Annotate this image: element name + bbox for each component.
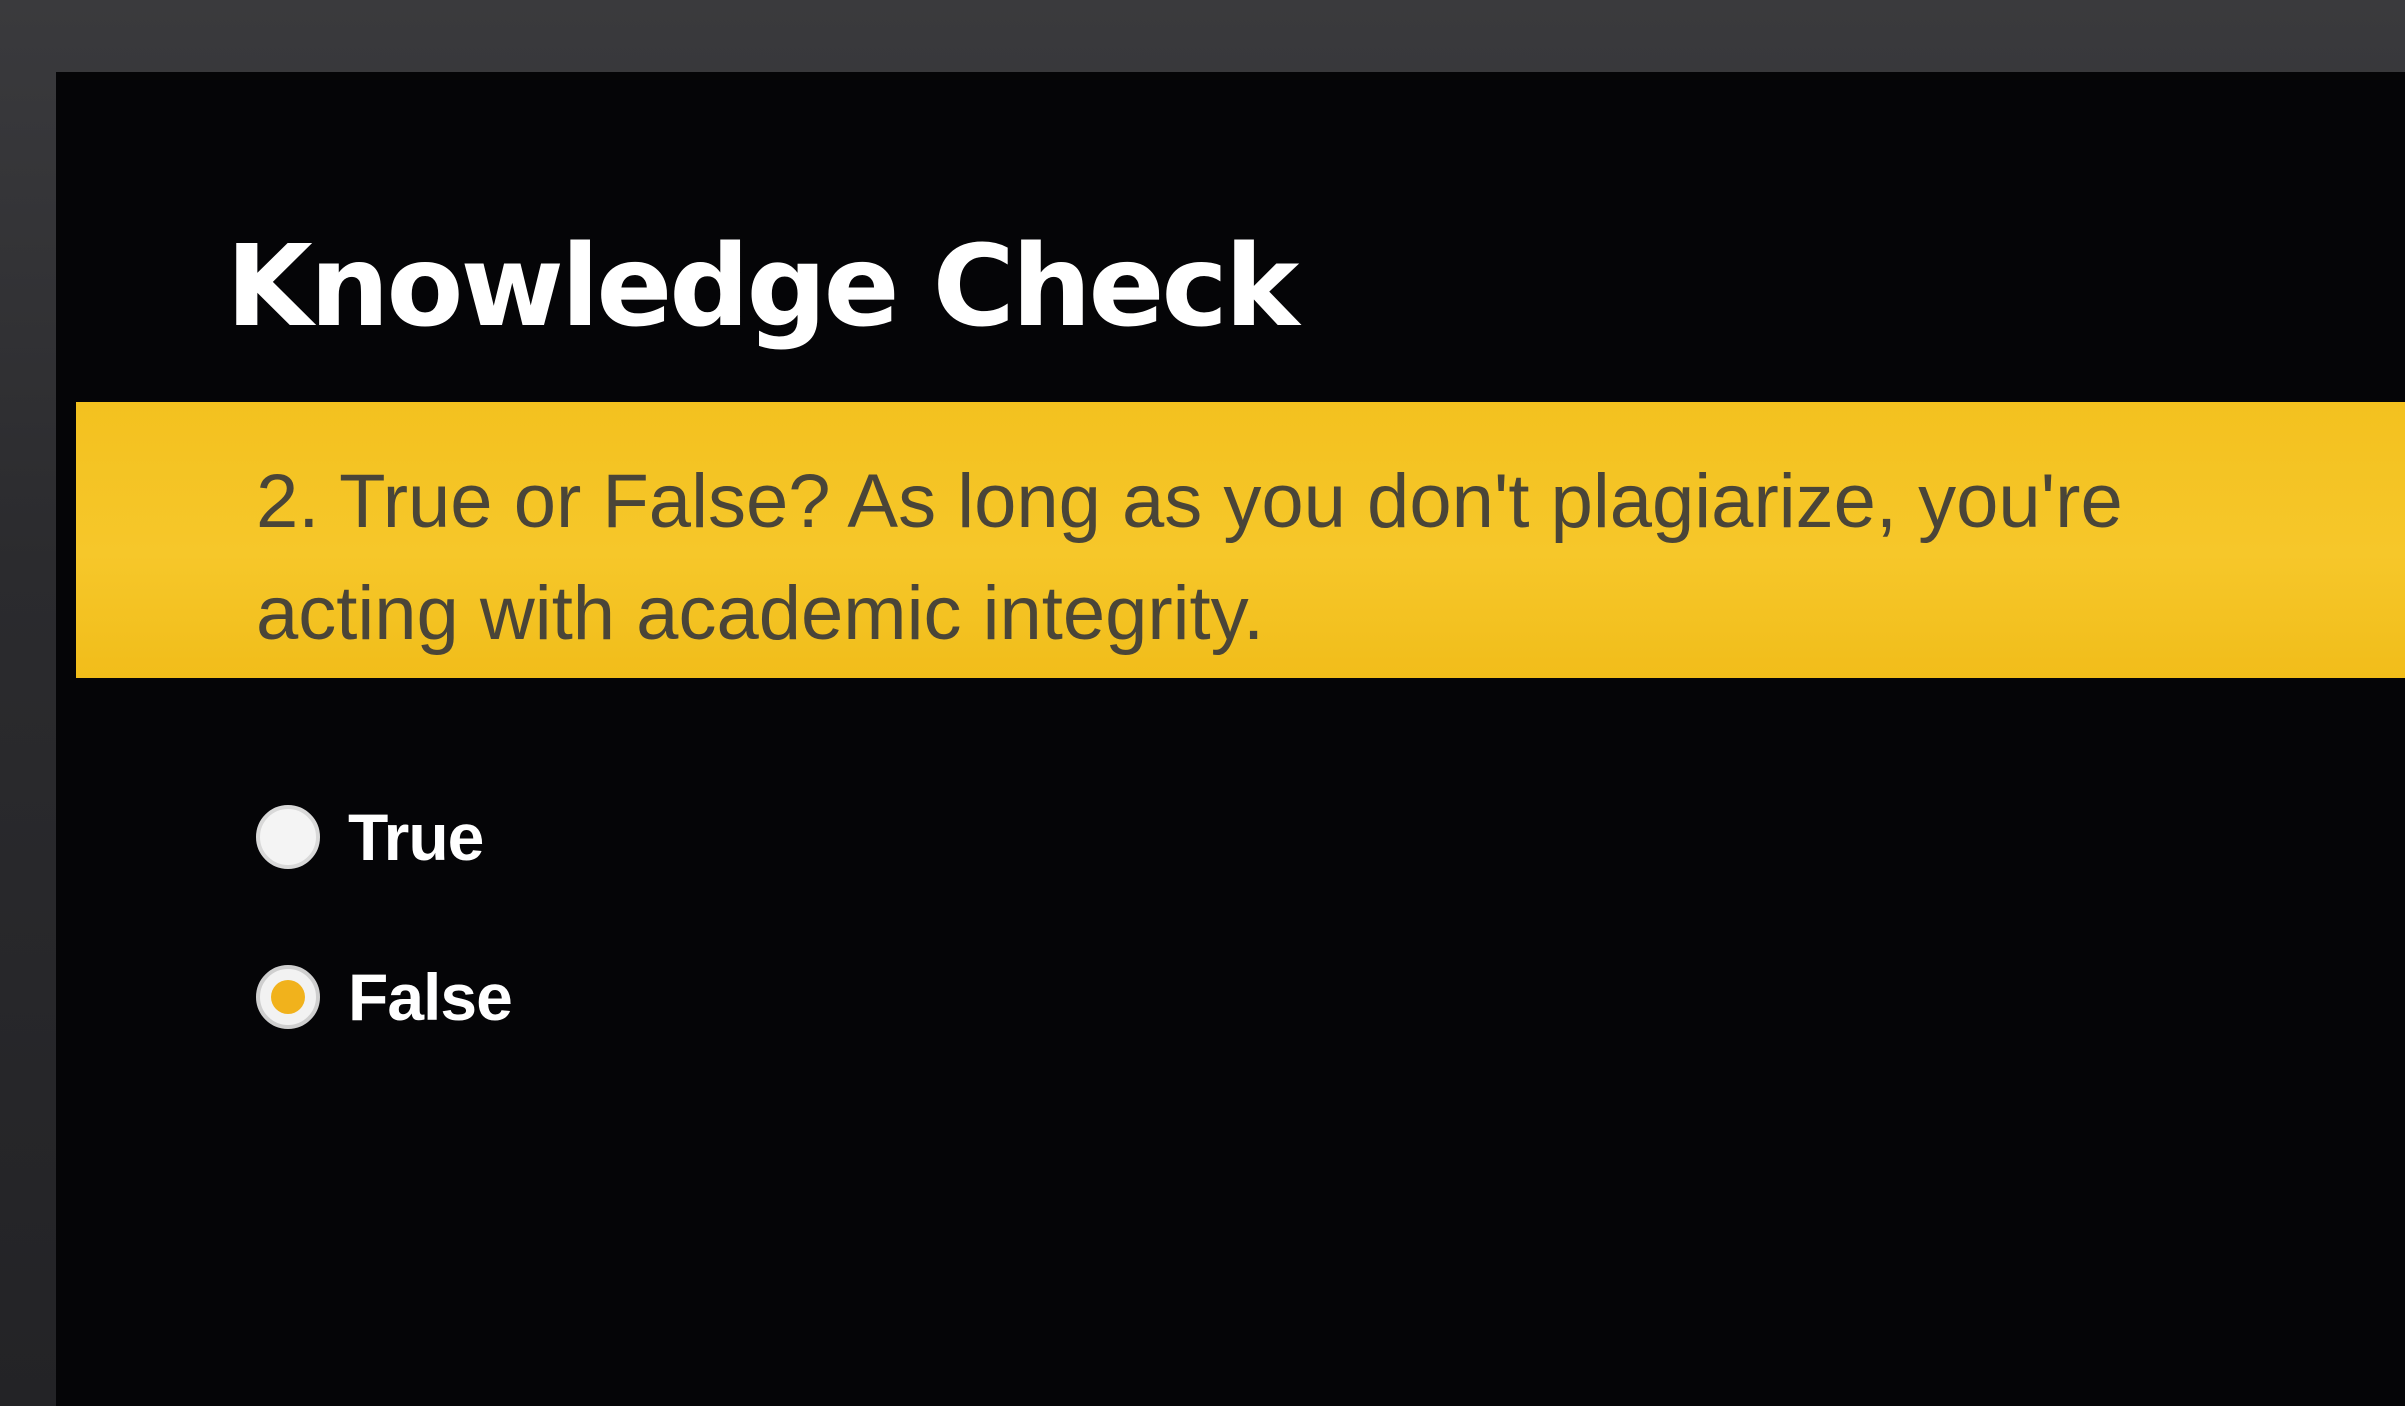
option-false-label[interactable]: False	[348, 959, 513, 1035]
question-banner: 2. True or False? As long as you don't p…	[76, 402, 2405, 678]
option-true-label[interactable]: True	[348, 799, 484, 875]
quiz-screen: Knowledge Check 2. True or False? As lon…	[56, 72, 2405, 1406]
radio-false[interactable]	[256, 965, 320, 1029]
question-text: 2. True or False? As long as you don't p…	[256, 459, 2123, 656]
answer-options: True False	[256, 782, 513, 1102]
option-true[interactable]: True	[256, 782, 512, 892]
page-title: Knowledge Check	[226, 222, 1299, 352]
option-false[interactable]: False	[256, 942, 513, 1052]
monitor-bezel: Knowledge Check 2. True or False? As lon…	[0, 0, 2405, 1406]
radio-true[interactable]	[256, 805, 320, 869]
